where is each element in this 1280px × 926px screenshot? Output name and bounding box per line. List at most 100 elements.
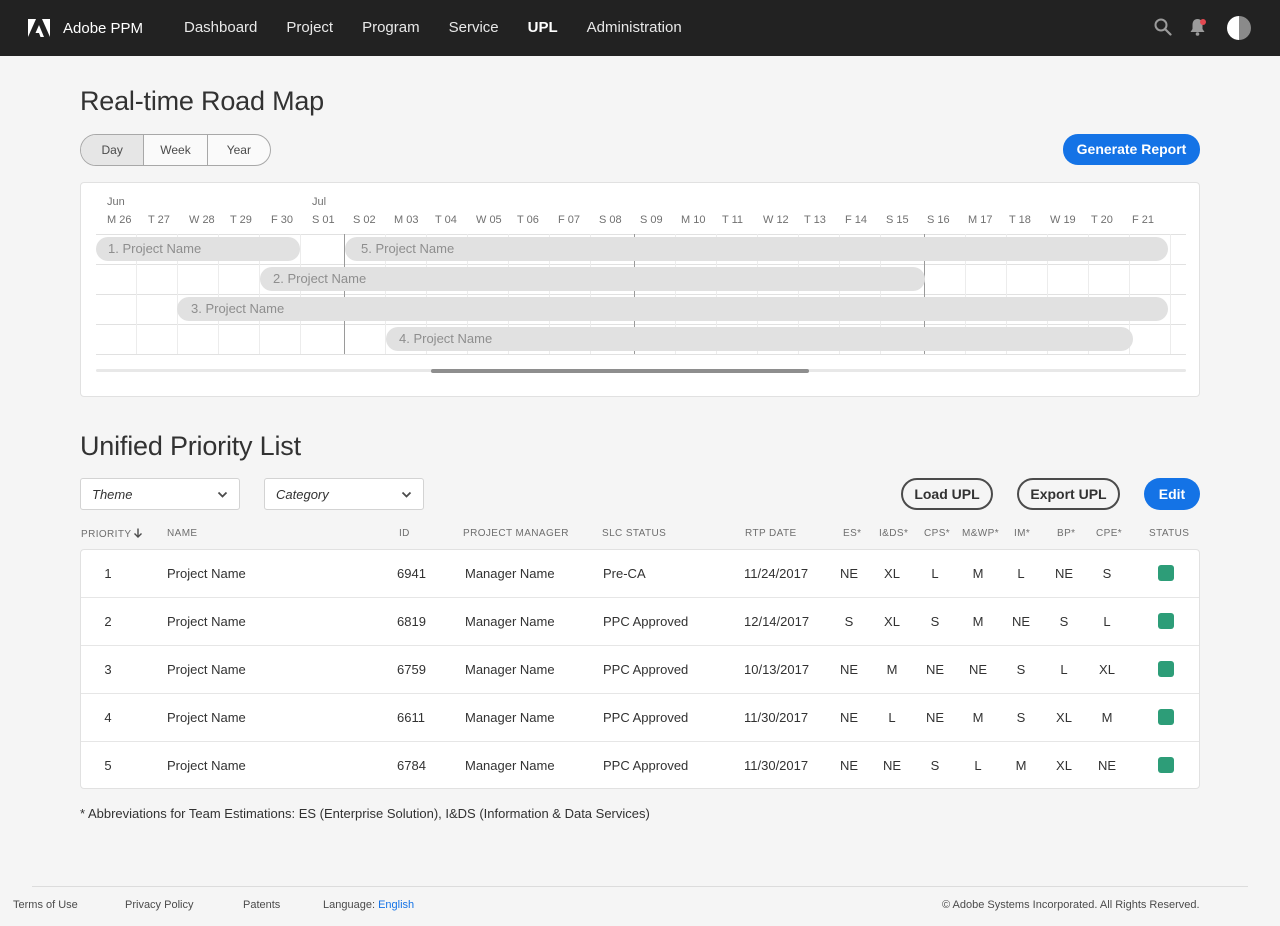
theme-dropdown-label: Theme	[92, 487, 133, 502]
footer-divider	[32, 886, 1248, 887]
cell-rtp-date: 11/30/2017	[744, 758, 809, 773]
cell-im: M	[1015, 758, 1027, 773]
cell-bp: S	[1059, 614, 1069, 629]
column-header-priority[interactable]: PRIORITY	[81, 528, 143, 540]
main-nav: Dashboard Project Program Service UPL Ad…	[184, 0, 711, 56]
roadmap-bar-project-1[interactable]: 1. Project Name	[96, 237, 300, 261]
cell-im: S	[1016, 662, 1026, 677]
table-row[interactable]: 2 Project Name 6819 Manager Name PPC App…	[81, 598, 1199, 646]
nav-dashboard[interactable]: Dashboard	[184, 0, 257, 56]
cell-ids: L	[888, 710, 896, 725]
nav-program[interactable]: Program	[362, 0, 420, 56]
cell-im: L	[1017, 566, 1025, 581]
avatar[interactable]	[1227, 16, 1251, 40]
column-header-slc-status[interactable]: SLC STATUS	[602, 528, 666, 539]
cell-manager: Manager Name	[465, 614, 555, 629]
column-header-cpe[interactable]: CPE*	[1096, 528, 1122, 539]
day-label: T 18	[1009, 214, 1031, 226]
cell-name: Project Name	[167, 758, 246, 773]
day-label: S 08	[599, 214, 622, 226]
cell-cpe: M	[1101, 710, 1113, 725]
column-header-project-manager[interactable]: PROJECT MANAGER	[463, 528, 569, 539]
roadmap-bar-project-3[interactable]: 3. Project Name	[177, 297, 1168, 321]
cell-ids: NE	[882, 758, 902, 773]
copyright: © Adobe Systems Incorporated. All Rights…	[942, 899, 1200, 911]
language-label: Language:	[323, 899, 375, 911]
nav-administration[interactable]: Administration	[587, 0, 682, 56]
cell-es: NE	[839, 758, 859, 773]
cell-es: NE	[839, 710, 859, 725]
column-header-id[interactable]: ID	[399, 528, 410, 539]
app-title[interactable]: Adobe PPM	[63, 20, 143, 37]
generate-report-button[interactable]: Generate Report	[1063, 134, 1200, 165]
category-dropdown-label: Category	[276, 487, 329, 502]
day-label: S 15	[886, 214, 909, 226]
adobe-logo-icon[interactable]	[28, 19, 50, 37]
cell-manager: Manager Name	[465, 662, 555, 677]
cell-mwp: M	[972, 710, 984, 725]
cell-cpe: S	[1102, 566, 1112, 581]
day-label: T 04	[435, 214, 457, 226]
nav-service[interactable]: Service	[449, 0, 499, 56]
cell-slc-status: PPC Approved	[603, 614, 689, 629]
column-header-cps[interactable]: CPS*	[924, 528, 950, 539]
search-icon[interactable]	[1154, 18, 1172, 36]
view-day-button[interactable]: Day	[81, 135, 145, 165]
column-header-mwp[interactable]: M&WP*	[962, 528, 999, 539]
day-label: W 05	[476, 214, 502, 226]
patents-link[interactable]: Patents	[243, 899, 280, 911]
roadmap-bar-project-4[interactable]: 4. Project Name	[386, 327, 1133, 351]
roadmap-bar-project-2[interactable]: 2. Project Name	[260, 267, 925, 291]
load-upl-button[interactable]: Load UPL	[901, 478, 993, 510]
cell-cpe: XL	[1099, 662, 1115, 677]
month-label: Jun	[107, 196, 125, 208]
roadmap-scrollbar-thumb[interactable]	[431, 369, 809, 373]
table-row[interactable]: 1 Project Name 6941 Manager Name Pre-CA …	[81, 550, 1199, 598]
day-label: F 21	[1132, 214, 1155, 226]
column-header-ids[interactable]: I&DS*	[879, 528, 908, 539]
cell-priority: 3	[104, 662, 112, 677]
cell-es: NE	[839, 566, 859, 581]
cell-manager: Manager Name	[465, 566, 555, 581]
privacy-policy-link[interactable]: Privacy Policy	[125, 899, 193, 911]
cell-ids: XL	[884, 566, 900, 581]
terms-of-use-link[interactable]: Terms of Use	[13, 899, 78, 911]
cell-mwp: NE	[968, 662, 988, 677]
status-indicator	[1158, 613, 1174, 629]
cell-ids: M	[886, 662, 898, 677]
column-header-bp[interactable]: BP*	[1057, 528, 1075, 539]
column-header-im[interactable]: IM*	[1014, 528, 1030, 539]
cell-manager: Manager Name	[465, 710, 555, 725]
language-link[interactable]: English	[378, 899, 414, 911]
day-label: W 19	[1050, 214, 1076, 226]
category-dropdown[interactable]: Category	[264, 478, 424, 510]
top-navigation-bar: Adobe PPM Dashboard Project Program Serv…	[0, 0, 1280, 56]
table-row[interactable]: 3 Project Name 6759 Manager Name PPC App…	[81, 646, 1199, 694]
column-header-name[interactable]: NAME	[167, 528, 198, 539]
view-week-button[interactable]: Week	[144, 135, 208, 165]
theme-dropdown[interactable]: Theme	[80, 478, 240, 510]
nav-upl[interactable]: UPL	[528, 0, 558, 56]
cell-id: 6941	[397, 566, 426, 581]
upl-table: 1 Project Name 6941 Manager Name Pre-CA …	[80, 549, 1200, 789]
column-header-es[interactable]: ES*	[843, 528, 861, 539]
export-upl-button[interactable]: Export UPL	[1017, 478, 1120, 510]
table-row[interactable]: 5 Project Name 6784 Manager Name PPC App…	[81, 742, 1199, 790]
column-header-rtp-date[interactable]: RTP DATE	[745, 528, 797, 539]
view-toggle: Day Week Year	[80, 134, 271, 166]
day-label: S 09	[640, 214, 663, 226]
nav-project[interactable]: Project	[286, 0, 333, 56]
cell-name: Project Name	[167, 566, 246, 581]
cell-rtp-date: 11/30/2017	[744, 710, 809, 725]
roadmap-bar-project-5[interactable]: 5. Project Name	[345, 237, 1168, 261]
table-row[interactable]: 4 Project Name 6611 Manager Name PPC App…	[81, 694, 1199, 742]
day-label: T 06	[517, 214, 539, 226]
view-year-button[interactable]: Year	[208, 135, 270, 165]
cell-bp: XL	[1056, 710, 1072, 725]
cell-im: NE	[1011, 614, 1031, 629]
cell-mwp: M	[972, 614, 984, 629]
column-header-status[interactable]: STATUS	[1149, 528, 1189, 539]
edit-button[interactable]: Edit	[1144, 478, 1200, 510]
cell-im: S	[1016, 710, 1026, 725]
chevron-down-icon	[401, 491, 412, 498]
